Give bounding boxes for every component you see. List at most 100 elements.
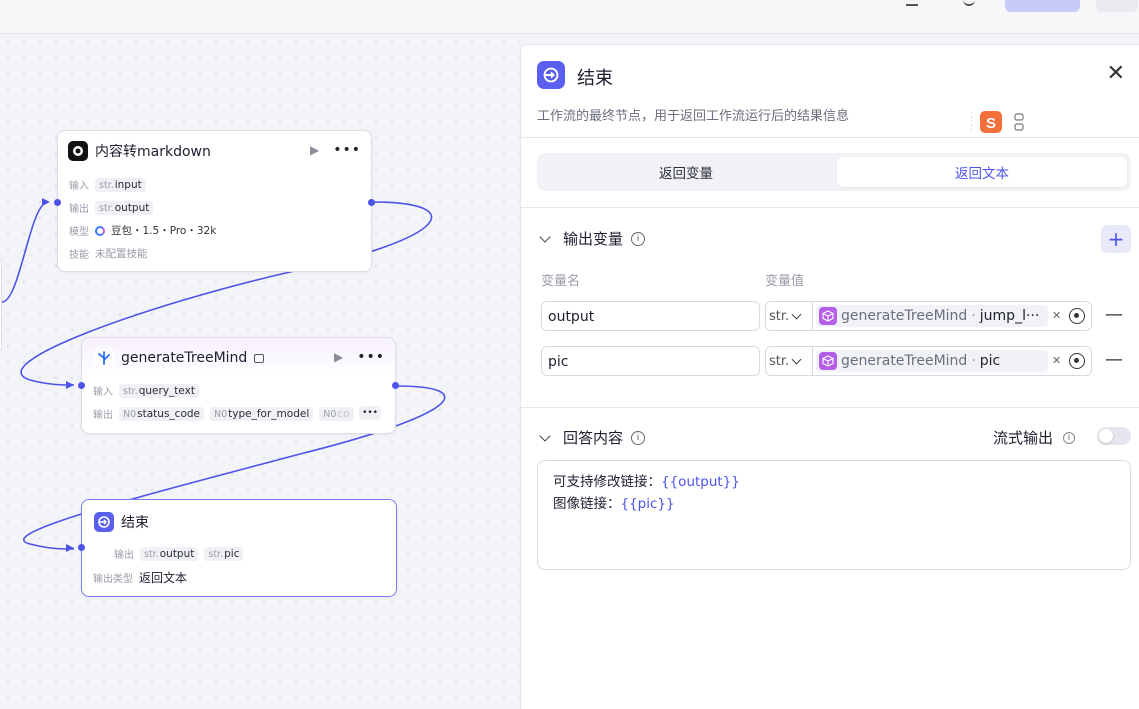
more-outputs-icon[interactable]: •••	[359, 406, 381, 420]
panel-description: 工作流的最终节点，用于返回工作流运行后的结果信息	[537, 109, 850, 124]
remove-row-button[interactable]: —	[1105, 304, 1123, 325]
top-toolbar	[0, 0, 1139, 34]
info-icon[interactable]: i	[1063, 431, 1076, 444]
column-header-name: 变量名	[541, 274, 581, 289]
plugin-badge-icon	[254, 353, 265, 363]
publish-button[interactable]	[1005, 0, 1080, 12]
chevron-down-icon[interactable]	[539, 230, 551, 243]
node-title: generateTreeMind	[121, 350, 248, 366]
section-title: 输出变量	[563, 230, 624, 248]
answer-line: 图像链接：{{pic}}	[553, 496, 675, 512]
doubao-logo-icon	[95, 225, 105, 236]
chevron-down-icon	[791, 354, 802, 364]
output-var-tag: N0type_for_model	[210, 406, 314, 421]
node-plugin[interactable]: generateTreeMind ▶ ••• 输入 str.query_text…	[78, 337, 399, 434]
end-icon	[94, 512, 114, 532]
stream-output-label-group: 流式输出 i	[993, 427, 1076, 448]
node-title: 内容转markdown	[95, 144, 211, 160]
ref-variable-name: pic	[979, 353, 1001, 369]
input-var-tag: str.input	[95, 177, 146, 192]
input-label: 输入	[69, 181, 89, 192]
info-icon[interactable]: i	[631, 231, 646, 246]
ref-node-name: generateTreeMind	[841, 353, 968, 369]
skill-value: 未配置技能	[95, 248, 148, 260]
node-config-panel: 结束 ✕ 工作流的最终节点，用于返回工作流运行后的结果信息 S 返回变量 返回文…	[520, 44, 1139, 709]
plugin-cube-icon	[819, 352, 837, 370]
input-port[interactable]	[54, 199, 61, 206]
answer-content-editor[interactable]: 可支持修改链接：{{output}} 图像链接：{{pic}}	[537, 460, 1131, 570]
plugin-tree-icon	[94, 348, 114, 368]
clear-icon[interactable]: ✕	[1052, 354, 1061, 367]
variable-type-select[interactable]: str.	[765, 346, 813, 376]
output-var-tag: str.output	[95, 200, 154, 215]
divider	[521, 207, 1139, 208]
node-end[interactable]: 结束 输出 str.output str.pic 输出类型 返回文本	[78, 499, 397, 597]
variable-token: {{output}}	[661, 474, 740, 490]
remove-row-button[interactable]: —	[1105, 349, 1123, 370]
target-icon[interactable]	[1069, 308, 1085, 324]
variable-reference-field[interactable]: generateTreeMind · pic ✕	[812, 346, 1092, 376]
output-label: 输出	[93, 410, 113, 421]
output-port[interactable]	[392, 382, 399, 389]
end-icon	[537, 61, 565, 89]
chevron-down-icon	[791, 309, 802, 319]
close-icon[interactable]: ✕	[1107, 63, 1125, 85]
input-port[interactable]	[78, 544, 85, 551]
output-type-value: 返回文本	[139, 571, 188, 585]
section-title: 回答内容	[563, 429, 624, 447]
toolbar-menu-button[interactable]	[1096, 0, 1138, 12]
divider	[521, 407, 1139, 408]
variable-reference-field[interactable]: generateTreeMind · jump_l··· ✕	[812, 301, 1092, 331]
node-title: 结束	[121, 515, 149, 531]
input-var-tag: str.query_text	[119, 383, 200, 398]
model-label: 模型	[69, 227, 89, 238]
target-icon[interactable]	[1069, 353, 1085, 369]
stream-output-toggle[interactable]	[1097, 427, 1131, 445]
output-var-tag: N0co	[319, 406, 354, 421]
tab-return-text[interactable]: 返回文本	[837, 157, 1127, 187]
variable-type-select[interactable]: str.	[765, 301, 813, 331]
answer-line: 可支持修改链接：{{output}}	[553, 474, 740, 490]
answer-section-header[interactable]: 回答内容 i	[537, 427, 646, 448]
ref-separator: ·	[971, 353, 976, 369]
variable-token: {{pic}}	[620, 496, 675, 512]
ime-toolbar-icon[interactable]: S	[971, 109, 1031, 135]
previous-node-edge[interactable]	[0, 258, 2, 352]
toolbar-icon-2[interactable]	[963, 0, 975, 6]
output-section-header[interactable]: 输出变量 i	[537, 228, 646, 249]
run-icon[interactable]: ▶	[334, 350, 343, 364]
variable-reference-chip: generateTreeMind · pic	[816, 350, 1048, 372]
output-var-tag: str.output	[140, 546, 199, 561]
input-label: 输入	[93, 387, 113, 398]
output-var-tag: N0status_code	[119, 406, 204, 421]
more-icon[interactable]: •••	[357, 350, 385, 364]
node-llm[interactable]: 内容转markdown ▶ ••• 输入 str.input 输出 str.ou…	[54, 130, 375, 272]
column-header-value: 变量值	[765, 274, 805, 289]
plugin-cube-icon	[819, 307, 837, 325]
type-value: str.	[769, 353, 790, 369]
more-icon[interactable]: •••	[333, 143, 361, 157]
output-label: 输出	[114, 550, 134, 561]
output-label: 输出	[69, 204, 89, 215]
output-var-tag: str.pic	[204, 546, 244, 561]
llm-icon	[68, 141, 88, 161]
workflow-canvas[interactable]: 内容转markdown ▶ ••• 输入 str.input 输出 str.ou…	[0, 34, 520, 709]
output-port[interactable]	[368, 199, 375, 206]
skill-label: 技能	[69, 250, 89, 261]
stream-output-label: 流式输出	[993, 429, 1054, 447]
ref-node-name: generateTreeMind	[841, 308, 968, 324]
run-icon[interactable]: ▶	[310, 143, 319, 157]
input-port[interactable]	[78, 382, 85, 389]
clear-icon[interactable]: ✕	[1052, 309, 1061, 322]
svg-text:S: S	[986, 115, 996, 132]
info-icon[interactable]: i	[631, 430, 646, 445]
return-mode-tabs: 返回变量 返回文本	[537, 153, 1131, 191]
variable-name-input[interactable]: output	[541, 301, 760, 331]
chevron-down-icon[interactable]	[539, 429, 551, 442]
tab-return-variables[interactable]: 返回变量	[541, 157, 831, 187]
model-value: 豆包・1.5・Pro・32k	[111, 225, 217, 237]
ref-variable-name: jump_l···	[979, 308, 1040, 324]
variable-name-input[interactable]: pic	[541, 346, 760, 376]
toolbar-icon-1[interactable]	[906, 0, 918, 6]
add-variable-button[interactable]: +	[1101, 225, 1131, 253]
